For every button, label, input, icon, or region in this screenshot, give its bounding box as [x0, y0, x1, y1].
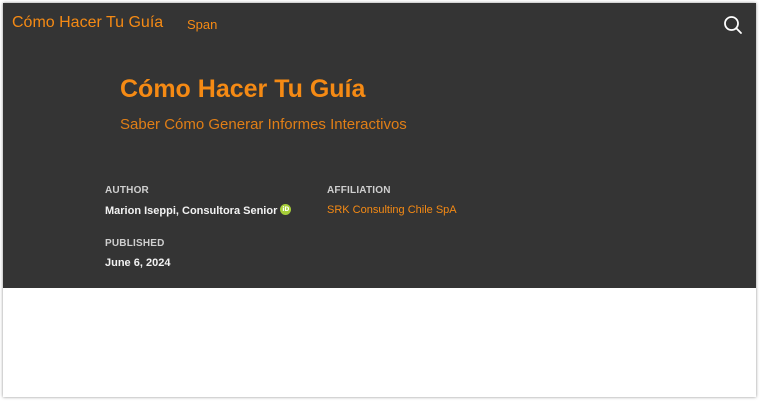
author-heading: AUTHOR — [105, 185, 149, 196]
browser-viewport: Cómo Hacer Tu Guía Span Cómo Hacer Tu Gu… — [3, 3, 756, 397]
search-icon[interactable] — [723, 15, 743, 35]
page-subtitle: Saber Cómo Generar Informes Interactivos — [120, 116, 407, 133]
affiliation-heading: AFFILIATION — [327, 185, 391, 196]
orcid-label: iD — [282, 206, 290, 213]
orcid-icon[interactable]: iD — [280, 204, 292, 215]
author-name: Marion Iseppi, Consultora Senior — [105, 205, 278, 217]
author-value: Marion Iseppi, Consultora Senior iD — [105, 204, 292, 217]
affiliation-link[interactable]: SRK Consulting Chile SpA — [327, 204, 457, 216]
title-banner: Cómo Hacer Tu Guía Span Cómo Hacer Tu Gu… — [3, 3, 756, 288]
navbar-brand-link[interactable]: Cómo Hacer Tu Guía — [12, 14, 163, 32]
navbar-link-span[interactable]: Span — [187, 17, 217, 32]
page-title: Cómo Hacer Tu Guía — [120, 75, 366, 103]
published-date: June 6, 2024 — [105, 257, 171, 269]
published-heading: PUBLISHED — [105, 238, 165, 249]
